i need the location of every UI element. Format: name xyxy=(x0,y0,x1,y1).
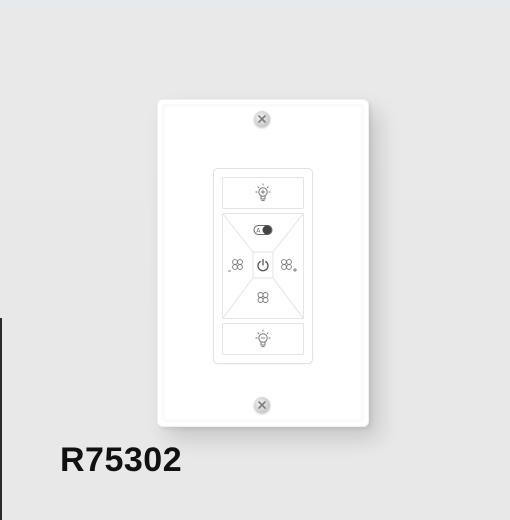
toggle-switch-icon[interactable]: A xyxy=(253,224,273,236)
power-icon[interactable] xyxy=(256,258,270,272)
model-number: R75302 xyxy=(60,441,183,479)
remote-control: A xyxy=(214,169,312,363)
bulb-minus-icon xyxy=(255,329,271,348)
fan-minus-icon[interactable] xyxy=(227,258,247,274)
wall-plate: A xyxy=(157,99,369,427)
fan-plus-icon[interactable] xyxy=(279,258,301,274)
fan-icon[interactable] xyxy=(255,290,271,306)
fan-control-pad: A xyxy=(222,213,304,319)
bottom-screw-icon xyxy=(254,397,270,413)
bulb-plus-icon xyxy=(255,183,271,202)
left-edge-strip xyxy=(0,318,2,520)
light-down-button[interactable] xyxy=(222,323,304,355)
light-up-button[interactable] xyxy=(222,177,304,209)
top-screw-icon xyxy=(254,111,270,127)
